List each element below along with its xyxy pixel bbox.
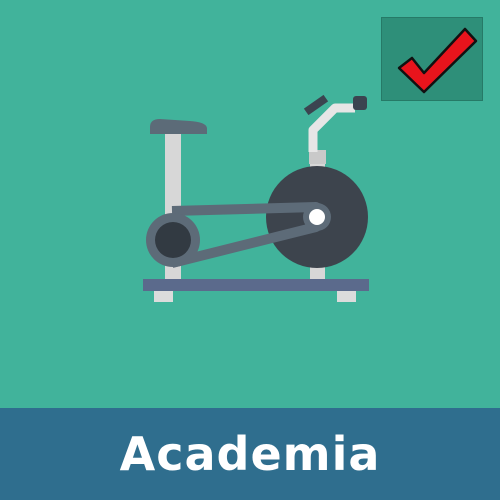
bike-seat <box>150 119 207 134</box>
bike-console <box>303 94 329 116</box>
bike-handlebar-stem <box>308 103 355 152</box>
bike-flywheel-hub <box>309 209 325 225</box>
bike-handlebar-grip <box>353 96 367 110</box>
category-tile[interactable]: Academia <box>0 0 500 500</box>
bike-handlebar-collar <box>309 150 326 164</box>
bike-crank-inner <box>155 222 191 258</box>
completed-badge <box>381 17 483 101</box>
bike-base-rail <box>143 279 369 291</box>
tile-caption: Academia <box>119 427 381 481</box>
checkmark-icon <box>397 27 478 94</box>
caption-bar: Academia <box>0 408 500 500</box>
